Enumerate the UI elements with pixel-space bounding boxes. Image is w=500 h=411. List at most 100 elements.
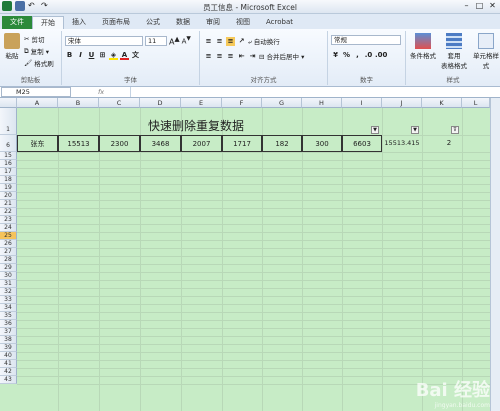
column-header-g[interactable]: G — [262, 98, 302, 108]
percent-button[interactable]: % — [342, 51, 351, 60]
row-header-6[interactable]: 6 — [0, 135, 17, 152]
font-size-select[interactable]: 11 — [145, 35, 167, 46]
paste-button[interactable]: 粘贴 — [3, 33, 21, 60]
column-header-k[interactable]: K — [422, 98, 462, 108]
tab-insert[interactable]: 插入 — [64, 16, 94, 29]
decrease-decimal-icon[interactable]: .00 — [375, 51, 387, 60]
grow-font-icon[interactable]: A▲ — [169, 35, 180, 47]
tab-view[interactable]: 视图 — [228, 16, 258, 29]
row-header-15[interactable]: 15 — [0, 152, 17, 160]
column-header-f[interactable]: F — [222, 98, 262, 108]
column-header-h[interactable]: H — [302, 98, 342, 108]
font-name-select[interactable]: 宋体 — [65, 35, 143, 46]
tab-acrobat[interactable]: Acrobat — [258, 16, 301, 29]
conditional-format-button[interactable]: 条件格式 — [408, 33, 438, 60]
cut-button[interactable]: ✂ 剪切 — [24, 34, 44, 44]
function-button[interactable]: fx — [74, 87, 129, 97]
row-header-25[interactable]: 25 — [0, 232, 17, 240]
underline-button[interactable]: U — [87, 51, 96, 60]
row-header-35[interactable]: 35 — [0, 312, 17, 320]
tab-file[interactable]: 文件 — [2, 16, 32, 29]
row-header-41[interactable]: 41 — [0, 360, 17, 368]
row-header-31[interactable]: 31 — [0, 280, 17, 288]
phonetic-icon[interactable]: 文 — [131, 51, 140, 60]
row-header-17[interactable]: 17 — [0, 168, 17, 176]
align-top-icon[interactable]: ≡ — [204, 37, 213, 46]
name-box[interactable]: M25 — [1, 87, 71, 97]
row-header-42[interactable]: 42 — [0, 368, 17, 376]
row-header-39[interactable]: 39 — [0, 344, 17, 352]
cell-c6[interactable]: 2300 — [99, 135, 140, 152]
row-header-40[interactable]: 40 — [0, 352, 17, 360]
tab-home[interactable]: 开始 — [32, 16, 64, 29]
bold-button[interactable]: B — [65, 51, 74, 60]
row-header-21[interactable]: 21 — [0, 200, 17, 208]
cell-b6[interactable]: 15513 — [58, 135, 99, 152]
row-header-37[interactable]: 37 — [0, 328, 17, 336]
cell-i6[interactable]: 6603 — [342, 135, 382, 152]
tab-data[interactable]: 数据 — [168, 16, 198, 29]
filter-dropdown-j[interactable]: ▼ — [411, 126, 419, 134]
cell-a6[interactable]: 张东 — [17, 135, 58, 152]
row-header-18[interactable]: 18 — [0, 176, 17, 184]
column-header-b[interactable]: B — [58, 98, 99, 108]
cell-e6[interactable]: 2007 — [181, 135, 222, 152]
row-header-28[interactable]: 28 — [0, 256, 17, 264]
row-header-36[interactable]: 36 — [0, 320, 17, 328]
select-all-corner[interactable] — [0, 98, 17, 108]
merge-center-button[interactable]: ⊟ 合并后居中 ▾ — [259, 51, 304, 61]
row-header-24[interactable]: 24 — [0, 224, 17, 232]
cell-d6[interactable]: 3468 — [140, 135, 181, 152]
shrink-font-icon[interactable]: A▼ — [182, 36, 191, 45]
italic-button[interactable]: I — [76, 51, 85, 60]
increase-decimal-icon[interactable]: .0 — [364, 51, 373, 60]
font-color-icon[interactable]: A — [120, 51, 129, 60]
column-header-c[interactable]: C — [99, 98, 140, 108]
format-painter-button[interactable]: 🖌 格式刷 — [24, 58, 54, 68]
cell-h6[interactable]: 300 — [302, 135, 342, 152]
column-header-j[interactable]: J — [382, 98, 422, 108]
row-header-38[interactable]: 38 — [0, 336, 17, 344]
align-left-icon[interactable]: ≡ — [204, 52, 213, 61]
column-header-i[interactable]: I — [342, 98, 382, 108]
row-header-26[interactable]: 26 — [0, 240, 17, 248]
decrease-indent-icon[interactable]: ⇤ — [237, 52, 246, 61]
increase-indent-icon[interactable]: ⇥ — [248, 52, 257, 61]
cell-k6[interactable]: 2 — [422, 135, 462, 152]
row-header-23[interactable]: 23 — [0, 216, 17, 224]
align-right-icon[interactable]: ≡ — [226, 52, 235, 61]
table-format-button[interactable]: 套用 表格格式 — [440, 33, 468, 70]
tab-page-layout[interactable]: 页面布局 — [94, 16, 138, 29]
tab-formulas[interactable]: 公式 — [138, 16, 168, 29]
currency-icon[interactable]: ¥ — [331, 51, 340, 60]
row-header-32[interactable]: 32 — [0, 288, 17, 296]
close-button[interactable]: ✕ — [487, 1, 498, 11]
row-header-20[interactable]: 20 — [0, 192, 17, 200]
row-header-33[interactable]: 33 — [0, 296, 17, 304]
row-header-16[interactable]: 16 — [0, 160, 17, 168]
row-header-29[interactable]: 29 — [0, 264, 17, 272]
orientation-icon[interactable]: ↗ — [237, 37, 246, 46]
column-header-e[interactable]: E — [181, 98, 222, 108]
filter-active-icon[interactable]: ⊽ — [451, 126, 459, 134]
column-header-d[interactable]: D — [140, 98, 181, 108]
wrap-text-button[interactable]: ⤶ 自动换行 — [248, 36, 280, 47]
row-header-27[interactable]: 27 — [0, 248, 17, 256]
cell-j6[interactable]: 15513.415 — [382, 135, 422, 152]
row-header-34[interactable]: 34 — [0, 304, 17, 312]
align-center-icon[interactable]: ≡ — [215, 52, 224, 61]
vertical-scrollbar[interactable] — [490, 98, 500, 411]
cell-style-button[interactable]: 单元格样式 — [470, 33, 500, 70]
row-header-43[interactable]: 43 — [0, 376, 17, 384]
align-bottom-icon[interactable]: ≡ — [226, 37, 235, 46]
number-format-select[interactable]: 常规 — [331, 35, 401, 45]
tab-review[interactable]: 审阅 — [198, 16, 228, 29]
cell-f6[interactable]: 1717 — [222, 135, 262, 152]
row-header-22[interactable]: 22 — [0, 208, 17, 216]
row-header-30[interactable]: 30 — [0, 272, 17, 280]
column-header-a[interactable]: A — [17, 98, 58, 108]
row-header-19[interactable]: 19 — [0, 184, 17, 192]
maximize-button[interactable]: □ — [474, 1, 485, 11]
borders-icon[interactable]: ⊞ — [98, 51, 107, 60]
comma-button[interactable]: , — [353, 51, 362, 60]
